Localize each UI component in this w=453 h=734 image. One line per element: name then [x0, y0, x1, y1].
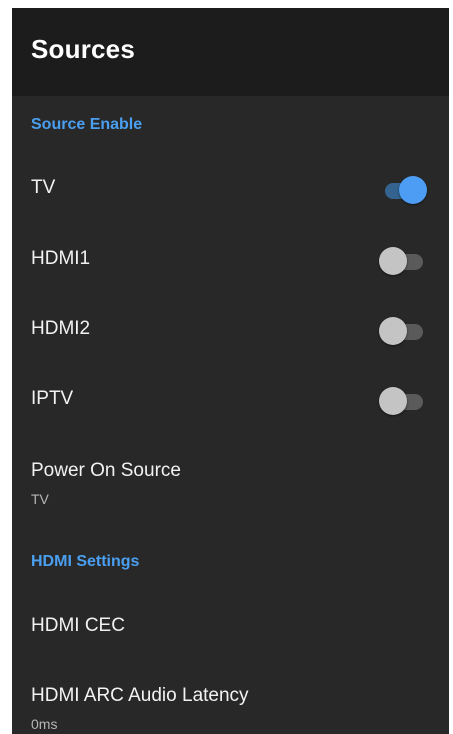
- source-label-hdmi1: HDMI1: [31, 248, 91, 269]
- toggle-thumb: [379, 317, 407, 345]
- source-row-iptv[interactable]: IPTV: [12, 370, 449, 430]
- toggle-thumb: [379, 247, 407, 275]
- toggle-hdmi1[interactable]: [379, 246, 427, 276]
- hdmi-arc-latency-label: HDMI ARC Audio Latency: [31, 685, 249, 706]
- toggle-iptv[interactable]: [379, 386, 427, 416]
- source-label-tv: TV: [31, 177, 56, 198]
- hdmi-cec-label: HDMI CEC: [31, 615, 125, 636]
- toggle-hdmi2[interactable]: [379, 316, 427, 346]
- source-label-iptv: IPTV: [31, 388, 74, 409]
- hdmi-arc-latency-value: 0ms: [31, 716, 58, 732]
- page-title: Sources: [31, 34, 136, 64]
- section-header-source-enable: Source Enable: [31, 116, 143, 133]
- power-on-source-value: TV: [31, 491, 49, 507]
- power-on-source-label: Power On Source: [31, 460, 181, 481]
- source-row-hdmi1[interactable]: HDMI1: [12, 230, 449, 290]
- hdmi-arc-latency-row[interactable]: HDMI ARC Audio Latency 0ms: [12, 668, 449, 734]
- source-label-hdmi2: HDMI2: [31, 318, 91, 339]
- toggle-thumb: [379, 387, 407, 415]
- header-bar: Sources: [12, 8, 449, 96]
- power-on-source-row[interactable]: Power On Source TV: [12, 448, 449, 518]
- section-header-hdmi-settings: HDMI Settings: [31, 553, 140, 570]
- toggle-thumb: [399, 176, 427, 204]
- sources-settings-panel: Sources Source Enable TV HDMI1 HDMI2 IPT…: [12, 8, 449, 734]
- source-row-tv[interactable]: TV: [12, 159, 449, 219]
- toggle-tv[interactable]: [379, 175, 427, 205]
- source-row-hdmi2[interactable]: HDMI2: [12, 300, 449, 360]
- hdmi-cec-row[interactable]: HDMI CEC: [12, 598, 449, 658]
